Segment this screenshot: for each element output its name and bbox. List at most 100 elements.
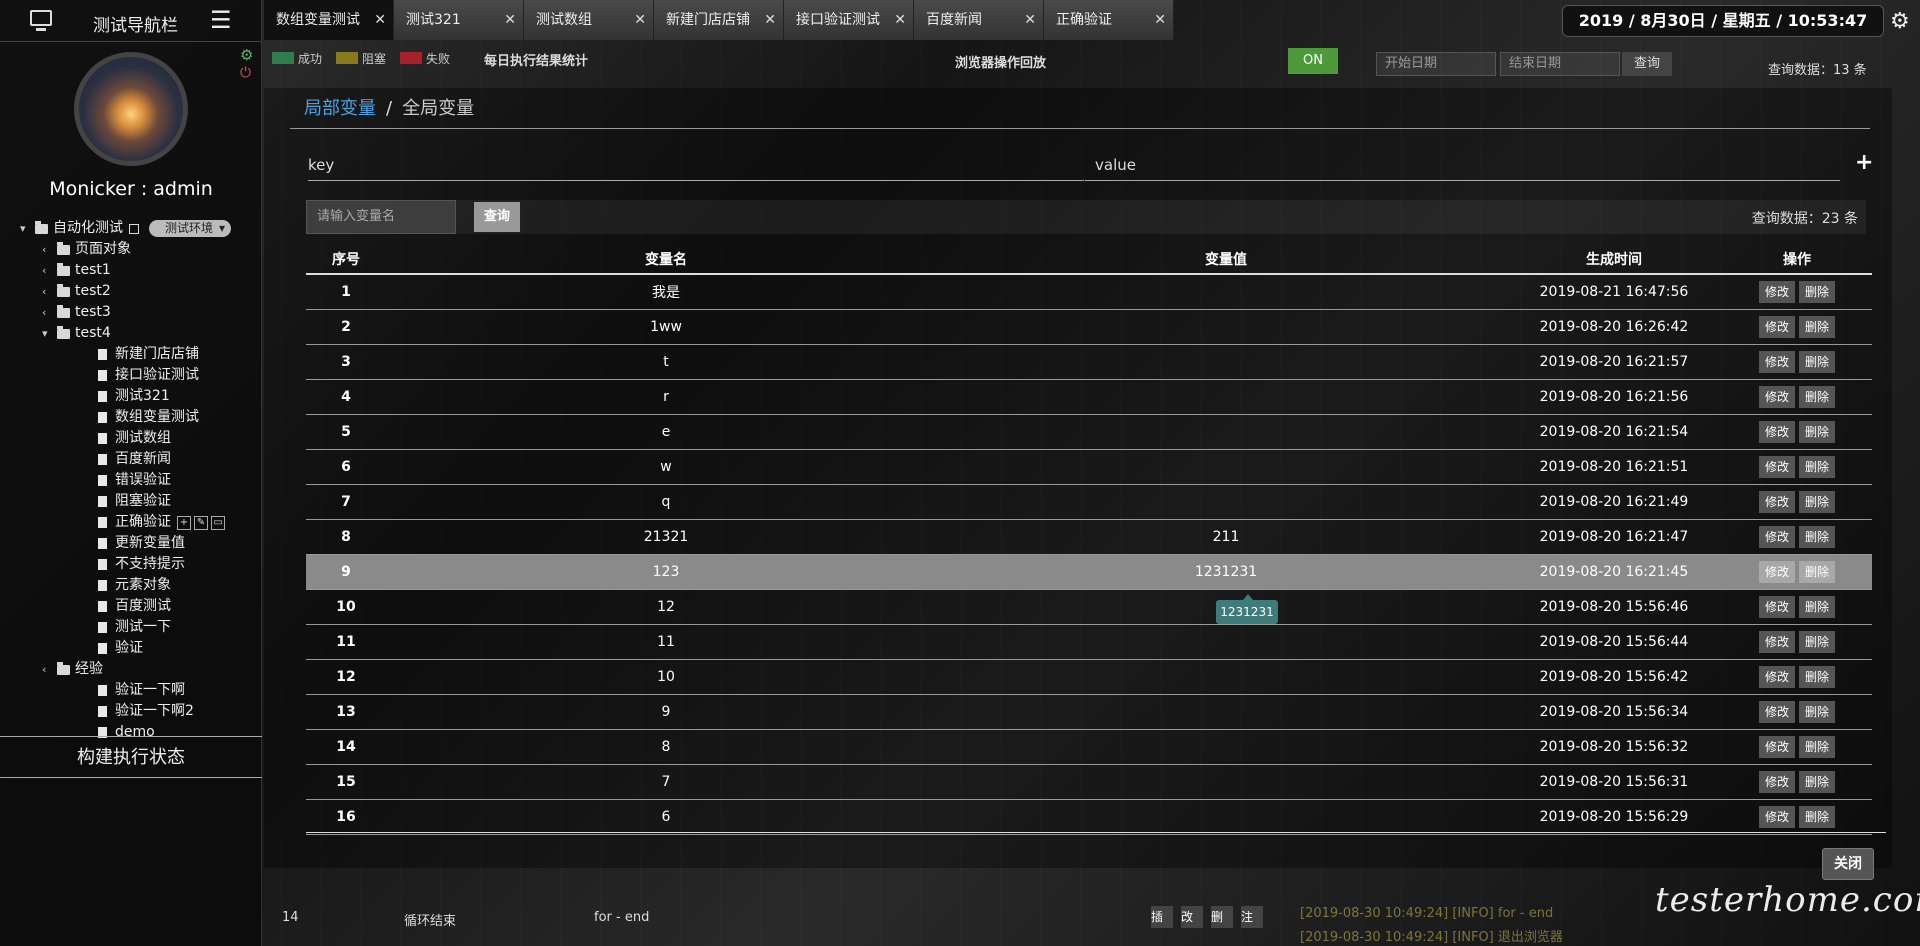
caret-down-icon[interactable]: ▾ xyxy=(42,323,54,344)
tab-item[interactable]: 测试数组 ✕ xyxy=(524,0,654,40)
tree-item[interactable]: ‹ 经验 xyxy=(42,659,103,680)
table-row[interactable]: 1 我是 2019-08-21 16:47:56 修改 删除 xyxy=(306,274,1872,310)
tree-item[interactable]: 不支持提示 xyxy=(98,554,185,575)
delete-button[interactable]: 删除 xyxy=(1799,315,1835,338)
copy-icon[interactable] xyxy=(129,223,139,234)
tree-item[interactable]: ▾ 自动化测试 测试环境 xyxy=(20,218,232,239)
tree-item[interactable]: 验证一下啊 xyxy=(98,680,185,701)
edit-button[interactable]: 修改 xyxy=(1759,735,1795,758)
edit-button[interactable]: 修改 xyxy=(1759,805,1795,828)
tree-item[interactable]: 验证一下啊2 xyxy=(98,701,194,722)
tab-local-variables[interactable]: 局部变量 xyxy=(304,98,376,119)
key-input[interactable]: key xyxy=(308,156,1084,181)
tree-item[interactable]: 更新变量值 xyxy=(98,533,185,554)
delete-button[interactable]: 删除 xyxy=(1799,385,1835,408)
table-row[interactable]: 6 w 2019-08-20 16:21:51 修改 删除 xyxy=(306,449,1872,485)
tree-item[interactable]: 数组变量测试 xyxy=(98,407,199,428)
tree-item[interactable]: 测试一下 xyxy=(98,617,171,638)
tree-item[interactable]: 百度测试 xyxy=(98,596,171,617)
edit-button[interactable]: 修改 xyxy=(1759,350,1795,373)
value-input[interactable]: value xyxy=(1085,156,1840,181)
edit-button[interactable]: 修改 xyxy=(1759,630,1795,653)
end-date-input[interactable]: 结束日期 xyxy=(1500,52,1620,76)
table-row[interactable]: 14 8 2019-08-20 15:56:32 修改 删除 xyxy=(306,729,1872,765)
delete-button[interactable]: 删除 xyxy=(1799,700,1835,723)
variable-search-input[interactable]: 请输入变量名 xyxy=(306,200,456,234)
tree-item[interactable]: ‹ test2 xyxy=(42,281,111,302)
tree-item[interactable]: ▾ test4 xyxy=(42,323,111,344)
gear-icon[interactable]: ⚙ xyxy=(1890,9,1910,34)
table-row[interactable]: 3 t 2019-08-20 16:21:57 修改 删除 xyxy=(306,344,1872,380)
edit-button[interactable]: 修改 xyxy=(1759,455,1795,478)
comment-step-button[interactable]: 注 xyxy=(1241,906,1263,928)
add-icon[interactable]: + xyxy=(177,515,191,530)
caret-left-icon[interactable]: ‹ xyxy=(42,302,54,323)
tab-item[interactable]: 数组变量测试 ✕ xyxy=(264,0,394,40)
close-icon[interactable]: ✕ xyxy=(894,0,906,40)
tab-item[interactable]: 测试321 ✕ xyxy=(394,0,524,40)
menu-collapse-icon[interactable]: ☰ xyxy=(210,8,232,32)
start-date-input[interactable]: 开始日期 xyxy=(1376,52,1496,76)
table-row[interactable]: 13 9 2019-08-20 15:56:34 修改 删除 xyxy=(306,694,1872,730)
table-row[interactable]: 4 r 2019-08-20 16:21:56 修改 删除 xyxy=(306,379,1872,415)
tree-item[interactable]: 元素对象 xyxy=(98,575,171,596)
close-icon[interactable]: ✕ xyxy=(1154,0,1166,40)
delete-button[interactable]: 删除 xyxy=(1799,805,1835,828)
tree-item[interactable]: 正确验证 + ✎ ▭ xyxy=(98,512,225,533)
caret-down-icon[interactable]: ▾ xyxy=(20,218,32,239)
close-icon[interactable]: ✕ xyxy=(374,0,386,40)
logout-power-icon[interactable]: ⏻ xyxy=(240,65,251,81)
close-button[interactable]: 关闭 xyxy=(1822,848,1874,880)
tree-item[interactable]: ‹ test1 xyxy=(42,260,111,281)
tab-item[interactable]: 正确验证 ✕ xyxy=(1044,0,1174,40)
tree-item[interactable]: 验证 xyxy=(98,638,143,659)
build-status-header[interactable]: 构建执行状态 xyxy=(0,736,262,778)
edit-button[interactable]: 修改 xyxy=(1759,385,1795,408)
caret-left-icon[interactable]: ‹ xyxy=(42,659,54,680)
edit-icon[interactable]: ✎ xyxy=(194,515,208,530)
trash-icon[interactable]: ▭ xyxy=(211,515,225,530)
close-icon[interactable]: ✕ xyxy=(504,0,516,40)
replay-toggle[interactable]: ON xyxy=(1288,48,1338,74)
tree-item[interactable]: 新建门店店铺 xyxy=(98,344,199,365)
table-row[interactable]: 2 1ww 2019-08-20 16:26:42 修改 删除 xyxy=(306,309,1872,345)
caret-left-icon[interactable]: ‹ xyxy=(42,239,54,260)
edit-button[interactable]: 修改 xyxy=(1759,525,1795,548)
delete-button[interactable]: 删除 xyxy=(1799,770,1835,793)
table-row[interactable]: 8 21321 211 2019-08-20 16:21:47 修改 删除 xyxy=(306,519,1872,555)
tree-item[interactable]: 百度新闻 xyxy=(98,449,171,470)
edit-button[interactable]: 修改 xyxy=(1759,700,1795,723)
delete-step-button[interactable]: 删 xyxy=(1211,906,1233,928)
table-row[interactable]: 9 123 1231231 2019-08-20 16:21:45 修改 删除 xyxy=(306,554,1872,590)
tree-item[interactable]: 阻塞验证 xyxy=(98,491,171,512)
tab-item[interactable]: 百度新闻 ✕ xyxy=(914,0,1044,40)
edit-button[interactable]: 修改 xyxy=(1759,280,1795,303)
table-row[interactable]: 16 6 2019-08-20 15:56:29 修改 删除 xyxy=(306,799,1872,835)
table-row[interactable]: 15 7 2019-08-20 15:56:31 修改 删除 xyxy=(306,764,1872,800)
edit-button[interactable]: 修改 xyxy=(1759,315,1795,338)
tree-item[interactable]: 错误验证 xyxy=(98,470,171,491)
table-row[interactable]: 11 11 2019-08-20 15:56:44 修改 删除 xyxy=(306,624,1872,660)
tree-item[interactable]: 测试数组 xyxy=(98,428,171,449)
edit-button[interactable]: 修改 xyxy=(1759,665,1795,688)
delete-button[interactable]: 删除 xyxy=(1799,735,1835,758)
edit-button[interactable]: 修改 xyxy=(1759,560,1795,583)
table-row[interactable]: 5 e 2019-08-20 16:21:54 修改 删除 xyxy=(306,414,1872,450)
caret-left-icon[interactable]: ‹ xyxy=(42,281,54,302)
close-icon[interactable]: ✕ xyxy=(634,0,646,40)
delete-button[interactable]: 删除 xyxy=(1799,490,1835,513)
tree-item[interactable]: ‹ test3 xyxy=(42,302,111,323)
edit-button[interactable]: 修改 xyxy=(1759,595,1795,618)
edit-step-button[interactable]: 改 xyxy=(1181,906,1203,928)
search-button[interactable]: 查询 xyxy=(474,202,520,232)
close-icon[interactable]: ✕ xyxy=(764,0,776,40)
delete-button[interactable]: 删除 xyxy=(1799,665,1835,688)
delete-button[interactable]: 删除 xyxy=(1799,525,1835,548)
tree-item[interactable]: 测试321 xyxy=(98,386,170,407)
tab-item[interactable]: 接口验证测试 ✕ xyxy=(784,0,914,40)
monitor-icon[interactable] xyxy=(30,10,52,31)
history-query-button[interactable]: 查询 xyxy=(1622,52,1672,76)
table-row[interactable]: 10 12 2019-08-20 15:56:46 修改 删除 xyxy=(306,589,1872,625)
delete-button[interactable]: 删除 xyxy=(1799,420,1835,443)
caret-left-icon[interactable]: ‹ xyxy=(42,260,54,281)
